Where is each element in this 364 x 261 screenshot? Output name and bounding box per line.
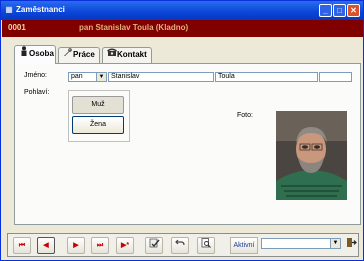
last-record-button[interactable]: ⏭ — [91, 237, 109, 254]
window-title: Zaměstnanci — [16, 5, 65, 14]
maximize-button[interactable]: □ — [333, 4, 346, 17]
previous-record-button[interactable]: ◀ — [37, 237, 55, 254]
foto-label: Foto: — [237, 112, 253, 119]
tab-osoba[interactable]: Osoba — [14, 45, 56, 64]
employee-window: ▦ Zaměstnanci _ □ ✕ 0001 pan Stanislav T… — [0, 0, 364, 261]
first-record-button[interactable]: ⏮ — [13, 237, 31, 254]
record-filter-combo[interactable]: ▼ — [261, 238, 341, 249]
gender-zena-button[interactable]: Žena — [72, 116, 124, 134]
pohlavi-label: Pohlaví: — [24, 89, 50, 96]
salutation-select[interactable]: pan ▼ — [68, 72, 107, 82]
suffix-field[interactable] — [319, 72, 352, 82]
undo-button[interactable] — [171, 237, 189, 254]
new-record-button[interactable]: ▶* — [116, 237, 134, 254]
minimize-button[interactable]: _ — [319, 4, 332, 17]
chevron-down-icon[interactable]: ▼ — [96, 73, 106, 81]
close-button[interactable]: ✕ — [347, 4, 360, 17]
tab-kontakt[interactable]: Kontakt — [102, 47, 152, 63]
record-navigation-bar: ⏮ ◀ ▶ ⏭ ▶* Aktivní ▼ — [7, 233, 359, 257]
magnifier-page-icon — [201, 238, 211, 250]
chevron-down-icon[interactable]: ▼ — [330, 239, 340, 248]
first-name-field[interactable]: Stanislav — [108, 72, 214, 82]
phone-icon — [106, 48, 117, 62]
tab-kontakt-label: Kontakt — [117, 50, 147, 59]
salutation-value: pan — [71, 73, 83, 80]
next-record-button[interactable]: ▶ — [67, 237, 85, 254]
save-record-button[interactable] — [145, 237, 163, 254]
aktivni-button[interactable]: Aktivní — [230, 237, 258, 254]
exit-door-icon — [346, 238, 357, 250]
record-name: pan Stanislav Toula (Kladno) — [79, 23, 189, 32]
gender-muz-button[interactable]: Muž — [72, 96, 124, 114]
preview-button[interactable] — [197, 237, 215, 254]
form-icon: ▦ — [5, 5, 13, 14]
person-icon — [18, 46, 29, 61]
title-bar[interactable]: ▦ Zaměstnanci _ □ ✕ — [1, 1, 363, 20]
tab-prace[interactable]: Práce — [58, 47, 100, 63]
tab-osoba-label: Osoba — [29, 49, 54, 58]
last-name-field[interactable]: Toula — [215, 72, 318, 82]
tools-icon — [62, 48, 73, 62]
exit-button[interactable] — [345, 237, 358, 254]
save-check-icon — [149, 238, 160, 250]
record-id: 0001 — [8, 23, 26, 32]
jmeno-label: Jméno: — [24, 72, 47, 79]
gender-option-group: Muž Žena — [68, 90, 130, 142]
tab-prace-label: Práce — [73, 50, 95, 59]
record-header: 0001 pan Stanislav Toula (Kladno) — [2, 20, 363, 37]
employee-photo — [276, 111, 347, 200]
undo-icon — [175, 239, 185, 249]
